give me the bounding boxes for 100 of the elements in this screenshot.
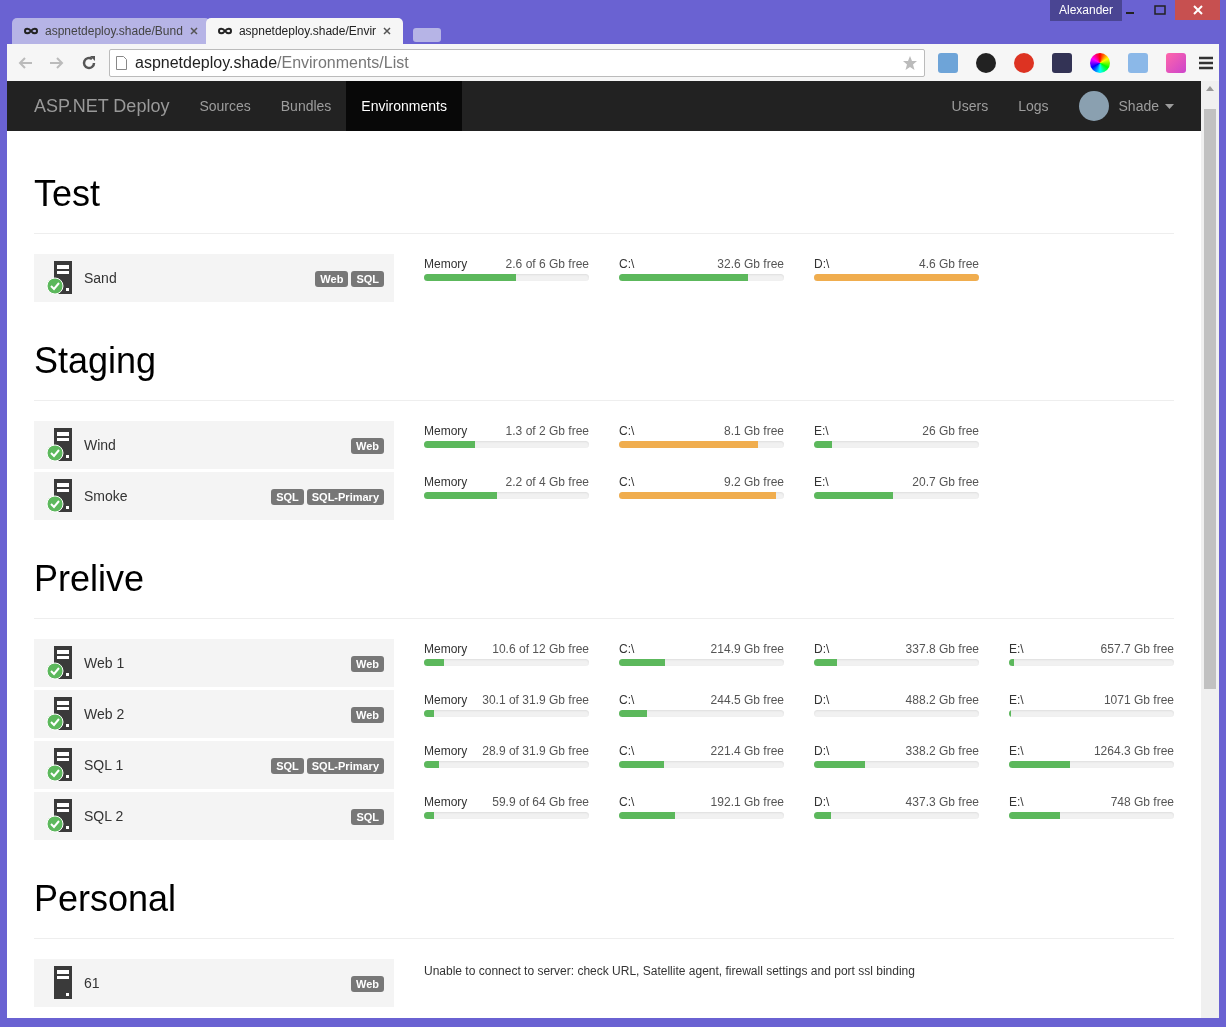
environment-title: Test	[34, 173, 102, 215]
meter-label: Memory	[424, 642, 468, 656]
server-check-icon	[46, 799, 74, 833]
server-name: Web 2	[84, 706, 126, 722]
meter-label: C:\	[619, 693, 635, 707]
meter-reading: 337.8 Gb free	[905, 642, 979, 656]
close-icon	[1192, 5, 1203, 15]
nav-link[interactable]: Environments	[346, 81, 462, 131]
meter-reading: 30.1 of 31.9 Gb free	[482, 693, 589, 707]
scroll-up-icon[interactable]	[1206, 86, 1214, 91]
meter-reading: 1264.3 Gb free	[1093, 744, 1174, 758]
menu-icon[interactable]	[1199, 55, 1213, 70]
meter-reading: 2.6 of 6 Gb free	[505, 257, 589, 271]
meter-label: C:\	[619, 475, 635, 489]
scrollbar-thumb[interactable]	[1204, 109, 1216, 689]
meter-reading: 20.7 Gb free	[912, 475, 979, 489]
server-check-icon	[46, 479, 74, 513]
meter-reading: 8.1 Gb free	[723, 424, 784, 438]
server-check-icon	[46, 261, 74, 295]
user-menu[interactable]: Shade	[1063, 81, 1189, 131]
meter-label: Memory	[424, 475, 468, 489]
meter-label: C:\	[619, 642, 635, 656]
nav-link[interactable]: Logs	[1003, 81, 1064, 131]
nav-link[interactable]: Users	[936, 81, 1004, 131]
meter-label: Memory	[424, 424, 468, 438]
server-card[interactable]: 61 Web	[34, 959, 394, 1007]
server-card[interactable]: SQL 2 SQL	[34, 792, 394, 840]
role-label: Web	[350, 707, 384, 723]
error-message: Unable to connect to server: check URL, Satellite agent, firewall settings and port ssl binding	[424, 963, 915, 978]
meter-reading: 748 Gb free	[1110, 795, 1174, 809]
role-label: Web	[350, 976, 384, 992]
meter-label: E:\	[1009, 693, 1024, 707]
server-name: Smoke	[84, 488, 129, 504]
meter-reading: 214.9 Gb free	[710, 642, 784, 656]
role-label: SQL	[351, 271, 384, 287]
forward-arrow-icon	[49, 55, 65, 70]
meter-reading: 221.4 Gb free	[710, 744, 784, 758]
close-icon[interactable]	[189, 27, 198, 35]
role-label: SQL-Primary	[306, 489, 384, 505]
environment-title: Prelive	[34, 558, 146, 600]
meter-label: D:\	[814, 744, 830, 758]
scrollbar[interactable]	[1201, 81, 1219, 1018]
server-name: 61	[84, 975, 101, 991]
meter-reading: 32.6 Gb free	[717, 257, 784, 271]
page-icon	[116, 55, 127, 70]
server-card[interactable]: SQL 1 SQL SQL-Primary	[34, 741, 394, 789]
meter-label: E:\	[814, 475, 829, 489]
extension-icon[interactable]	[1090, 52, 1110, 73]
meter-reading: 2.2 of 4 Gb free	[505, 475, 589, 489]
meter-reading: 10.6 of 12 Gb free	[492, 642, 589, 656]
meter-reading: 338.2 Gb free	[905, 744, 979, 758]
server-card[interactable]: Wind Web	[34, 421, 394, 469]
star-icon[interactable]	[902, 54, 918, 71]
server-name: SQL 2	[84, 808, 125, 824]
meter-label: D:\	[814, 693, 830, 707]
meter-label: E:\	[1009, 642, 1024, 656]
address-bar[interactable]: aspnetdeploy.shade/Environments/List	[109, 48, 925, 77]
infinity-icon	[217, 27, 232, 35]
close-button[interactable]	[1175, 0, 1220, 20]
meter-reading: 1.3 of 2 Gb free	[505, 424, 589, 438]
extension-icon[interactable]	[976, 52, 996, 73]
new-tab-button[interactable]	[413, 28, 442, 42]
maximize-icon	[1154, 5, 1166, 15]
meter-label: E:\	[814, 424, 829, 438]
caret-icon	[1165, 103, 1174, 109]
nav-link[interactable]: Bundles	[265, 81, 347, 131]
user-name: Alexander	[1050, 0, 1123, 21]
role-label: SQL	[271, 489, 304, 505]
close-icon[interactable]	[383, 27, 392, 35]
meter-label: D:\	[814, 257, 830, 271]
extension-icon[interactable]	[1052, 52, 1072, 73]
browser-tab[interactable]: aspnetdeploy.shade/Envir	[205, 18, 404, 44]
infinity-icon	[24, 27, 38, 35]
meter-label: C:\	[619, 744, 635, 758]
server-name: Web 1	[84, 655, 126, 671]
meter-label: Memory	[424, 693, 468, 707]
role-label: Web	[350, 656, 384, 672]
meter-label: E:\	[1009, 744, 1024, 758]
role-label: Web	[315, 271, 349, 287]
meter-reading: 26 Gb free	[922, 424, 979, 438]
meter-reading: 4.6 Gb free	[918, 257, 979, 271]
meter-label: Memory	[424, 795, 468, 809]
server-card[interactable]: Web 2 Web	[34, 690, 394, 738]
meter-reading: 59.9 of 64 Gb free	[492, 795, 589, 809]
back-arrow-icon	[17, 55, 33, 70]
meter-label: C:\	[619, 257, 635, 271]
server-name: Sand	[84, 270, 118, 286]
role-label: SQL	[271, 758, 304, 774]
meter-label: Memory	[424, 257, 468, 271]
server-name: Wind	[84, 437, 117, 453]
server-check-icon	[46, 428, 74, 462]
server-card[interactable]: Sand Web SQL	[34, 254, 394, 302]
server-card[interactable]: Web 1 Web	[34, 639, 394, 687]
meter-reading: 9.2 Gb free	[723, 475, 784, 489]
meter-reading: 657.7 Gb free	[1100, 642, 1174, 656]
brand-title[interactable]: ASP.NET Deploy	[34, 81, 170, 131]
meter-reading: 1071 Gb free	[1103, 693, 1174, 707]
nav-link[interactable]: Sources	[184, 81, 266, 131]
server-card[interactable]: Smoke SQL SQL-Primary	[34, 472, 394, 520]
server-name: SQL 1	[84, 757, 125, 773]
